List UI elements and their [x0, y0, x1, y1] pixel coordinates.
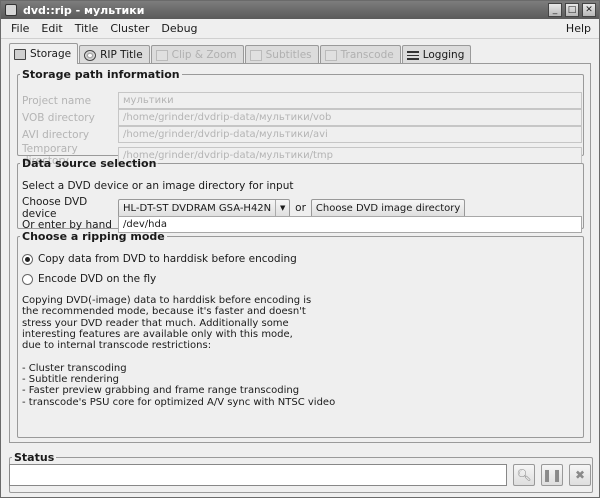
tab-label: RIP Title	[100, 49, 143, 61]
menu-file[interactable]: File	[5, 22, 35, 35]
data-source-group: Data source selection Select a DVD devic…	[17, 157, 584, 233]
radio-checked-icon[interactable]	[22, 253, 33, 265]
window-title: dvd::rip - мультики	[23, 3, 145, 17]
close-icon[interactable]: ✕	[582, 3, 596, 17]
tab-clip-zoom[interactable]: Clip & Zoom	[150, 45, 244, 64]
group-title: Storage path information	[22, 68, 180, 81]
menu-debug[interactable]: Debug	[155, 22, 203, 35]
project-name-input[interactable]	[118, 92, 582, 109]
app-icon[interactable]	[5, 4, 17, 16]
menu-edit[interactable]: Edit	[35, 22, 68, 35]
tab-label: Transcode	[340, 49, 394, 61]
avi-directory-input[interactable]	[118, 126, 582, 143]
log-icon	[406, 50, 419, 60]
storage-path-group: Storage path information Project name VO…	[17, 68, 584, 167]
storage-panel: Storage path information Project name VO…	[9, 63, 591, 443]
vob-directory-label: VOB directory	[22, 111, 95, 124]
on-the-fly-mode-radio[interactable]: Encode DVD on the fly	[22, 273, 156, 285]
tab-logging[interactable]: Logging	[401, 45, 472, 64]
tab-storage[interactable]: Storage	[9, 43, 79, 64]
storage-icon	[14, 48, 26, 60]
vob-directory-input[interactable]	[118, 109, 582, 126]
menu-help[interactable]: Help	[566, 22, 591, 35]
tab-label: Storage	[30, 48, 72, 60]
or-label: or	[295, 202, 306, 214]
search-icon[interactable]: 🔍︎	[513, 464, 535, 486]
tab-label: Subtitles	[265, 49, 312, 61]
group-title: Choose a ripping mode	[22, 230, 165, 243]
radio-unchecked-icon[interactable]	[22, 273, 33, 285]
tab-label: Clip & Zoom	[171, 49, 237, 61]
tab-bar: Storage RIP Title Clip & Zoom Subtitles …	[9, 43, 472, 64]
dvd-device-select[interactable]: HL-DT-ST DVDRAM GSA-H42N ▼	[118, 198, 291, 218]
group-title: Data source selection	[22, 157, 157, 170]
copy-mode-label: Copy data from DVD to harddisk before en…	[38, 253, 297, 265]
tab-rip-title[interactable]: RIP Title	[79, 45, 150, 64]
data-source-hint: Select a DVD device or an image director…	[22, 180, 294, 192]
status-progress-bar	[9, 464, 507, 486]
on-the-fly-mode-label: Encode DVD on the fly	[38, 273, 157, 285]
ripping-mode-group: Choose a ripping mode Copy data from DVD…	[17, 230, 584, 438]
menu-bar: File Edit Title Cluster Debug Help	[1, 19, 599, 39]
tab-label: Logging	[422, 49, 465, 61]
group-title: Status	[14, 451, 55, 464]
maximize-icon[interactable]: □	[565, 3, 579, 17]
title-bar[interactable]: dvd::rip - мультики _ □ ✕	[1, 1, 599, 19]
project-name-label: Project name	[22, 94, 92, 107]
choose-image-directory-button[interactable]: Choose DVD image directory	[310, 198, 466, 218]
tab-subtitles[interactable]: Subtitles	[244, 45, 319, 64]
menu-cluster[interactable]: Cluster	[104, 22, 155, 35]
dvd-device-value: HL-DT-ST DVDRAM GSA-H42N	[123, 202, 272, 214]
enter-by-hand-label: Or enter by hand	[22, 218, 112, 231]
minimize-icon[interactable]: _	[548, 3, 562, 17]
avi-directory-label: AVI directory	[22, 128, 90, 141]
pause-icon[interactable]: ❚❚	[541, 464, 563, 486]
copy-mode-radio[interactable]: Copy data from DVD to harddisk before en…	[22, 253, 297, 265]
menu-title[interactable]: Title	[69, 22, 105, 35]
subtitle-icon	[249, 49, 262, 61]
cancel-icon[interactable]: ✖	[569, 464, 591, 486]
tab-transcode[interactable]: Transcode	[319, 45, 401, 64]
disc-icon	[84, 49, 97, 61]
ripping-mode-description: Copying DVD(-image) data to harddisk bef…	[22, 295, 336, 408]
app-window: dvd::rip - мультики _ □ ✕ File Edit Titl…	[0, 0, 600, 498]
chevron-down-icon[interactable]: ▼	[275, 199, 289, 217]
zoom-icon	[155, 49, 168, 61]
transcode-icon	[324, 49, 337, 61]
